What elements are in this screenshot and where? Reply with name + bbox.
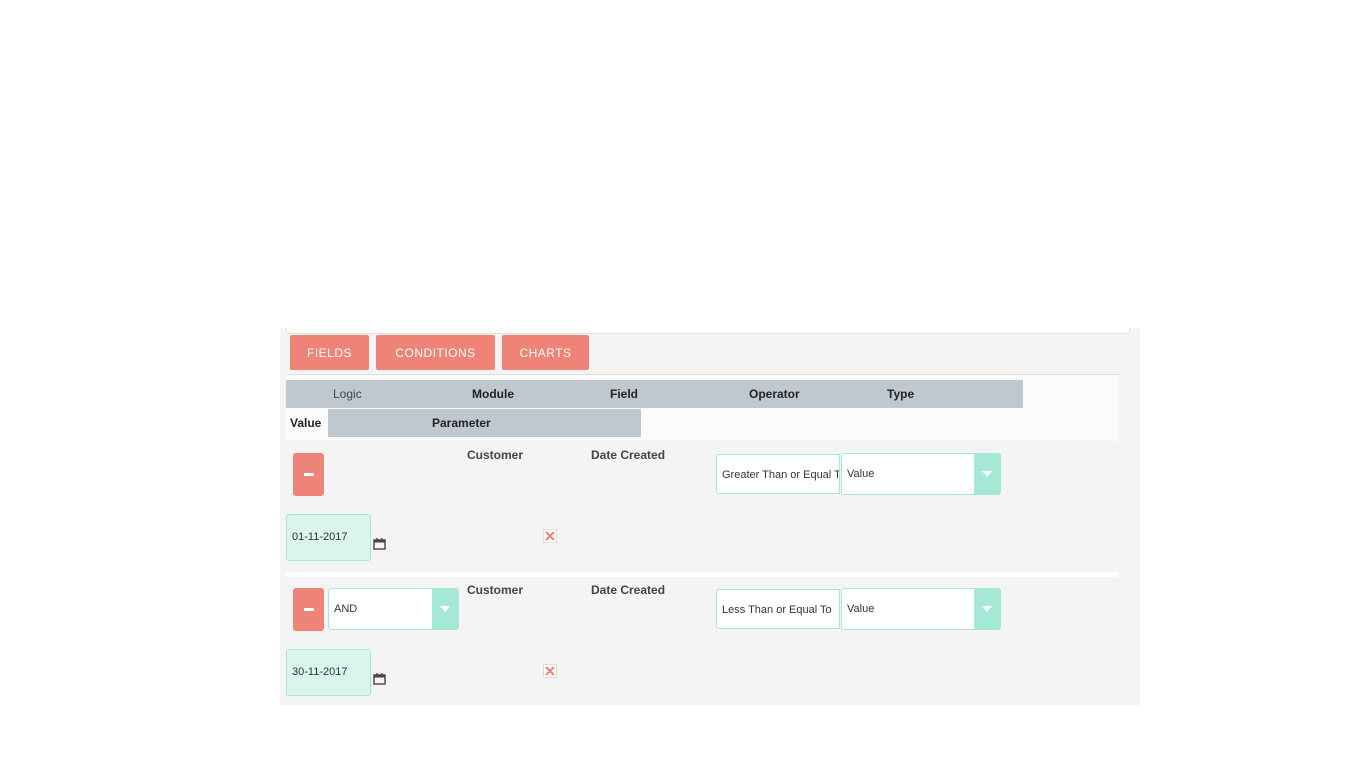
clear-icon[interactable] xyxy=(543,664,557,678)
row-separator xyxy=(286,572,1118,577)
top-strip xyxy=(286,328,1130,334)
logic-select-value: AND xyxy=(334,603,358,615)
header-field: Field xyxy=(610,387,639,401)
clear-icon[interactable] xyxy=(543,529,557,543)
chevron-down-icon xyxy=(974,454,1000,494)
operator-select[interactable]: Greater Than or Equal To xyxy=(716,454,840,494)
remove-condition-button[interactable] xyxy=(293,453,324,496)
minus-icon xyxy=(303,608,314,611)
header-parameter: Parameter xyxy=(432,416,491,430)
header-type: Type xyxy=(887,387,915,401)
chevron-down-icon xyxy=(432,589,458,629)
operator-select[interactable]: Less Than or Equal To xyxy=(716,589,840,629)
type-select-value: Value xyxy=(847,468,875,480)
condition-module: Customer xyxy=(467,448,524,462)
date-value-input[interactable]: 30-11-2017 xyxy=(286,649,371,696)
conditions-tab-button[interactable]: CONDITIONS xyxy=(376,335,495,370)
condition-field: Date Created xyxy=(591,448,666,462)
calendar-icon[interactable] xyxy=(373,672,387,686)
header-value: Value xyxy=(290,416,322,430)
type-select[interactable]: Value xyxy=(841,453,1001,495)
condition-module: Customer xyxy=(467,583,524,597)
report-conditions-panel: FIELDS CONDITIONS CHARTS Logic Module Fi… xyxy=(280,328,1140,705)
remove-condition-button[interactable] xyxy=(293,588,324,631)
minus-icon xyxy=(303,473,314,476)
calendar-icon[interactable] xyxy=(373,537,387,551)
chevron-down-icon xyxy=(974,589,1000,629)
condition-field: Date Created xyxy=(591,583,666,597)
fields-tab-button[interactable]: FIELDS xyxy=(290,335,369,370)
header-operator: Operator xyxy=(749,387,800,401)
header-logic: Logic xyxy=(333,387,362,401)
date-value-input[interactable]: 01-11-2017 xyxy=(286,514,371,561)
type-select-value: Value xyxy=(847,603,875,615)
type-select[interactable]: Value xyxy=(841,588,1001,630)
charts-tab-button[interactable]: CHARTS xyxy=(502,335,589,370)
logic-select[interactable]: AND xyxy=(328,588,459,630)
header-module: Module xyxy=(472,387,514,401)
